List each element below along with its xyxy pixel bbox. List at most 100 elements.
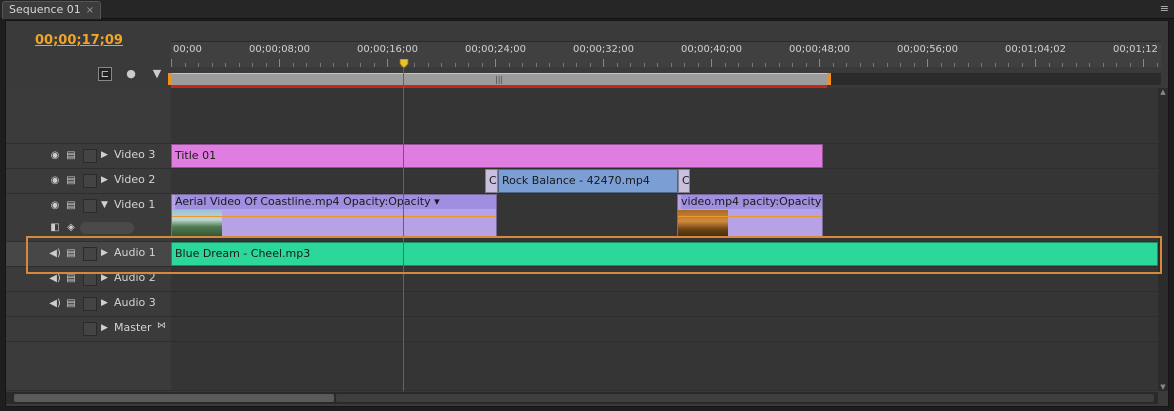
track-video-1[interactable]: Aerial Video Of Coastline.mp4 Opacity:Op…: [171, 194, 1158, 242]
work-area-bar[interactable]: |||: [168, 73, 1161, 85]
playhead-handle-icon[interactable]: [399, 59, 409, 69]
lock-toggle-icon[interactable]: [83, 174, 97, 188]
film-icon[interactable]: ▤: [64, 272, 78, 285]
track-video-3[interactable]: Title 01: [171, 144, 1158, 169]
collapse-icon[interactable]: ▼: [101, 200, 108, 210]
speaker-icon[interactable]: ◀): [48, 247, 62, 260]
ruler-label: 00;00: [173, 44, 202, 55]
expand-icon[interactable]: ▶: [101, 323, 108, 333]
work-area-end-handle[interactable]: [827, 73, 831, 85]
ruler-tick: [1156, 63, 1158, 67]
lock-toggle-icon[interactable]: [83, 322, 97, 336]
ruler-tick: [1021, 63, 1023, 67]
expand-icon[interactable]: ▶: [101, 248, 108, 258]
film-icon[interactable]: ▤: [64, 247, 78, 260]
scroll-track[interactable]: [336, 394, 1154, 402]
time-ruler[interactable]: 00;00 00;00;08;00 00;00;16;00 00;00;24;0…: [171, 41, 1161, 67]
ruler-tick: [346, 63, 348, 67]
ruler-tick: [1035, 59, 1036, 67]
clip-aerial-coastline[interactable]: Aerial Video Of Coastline.mp4 Opacity:Op…: [171, 194, 497, 238]
clip-blue-dream[interactable]: Blue Dream - Cheel.mp3: [171, 242, 1158, 266]
panel-menu-icon[interactable]: ≡: [1160, 2, 1169, 15]
film-icon[interactable]: ▤: [64, 174, 78, 187]
ruler-tick: [441, 63, 442, 67]
film-icon[interactable]: ▤: [64, 149, 78, 162]
ruler-tick: [198, 63, 199, 67]
vertical-scrollbar[interactable]: ▲ ▼: [1158, 88, 1168, 391]
ruler-tick: [279, 59, 280, 67]
link-icon[interactable]: ⋈: [157, 321, 166, 331]
opacity-line[interactable]: [172, 216, 496, 217]
ruler-tick: [265, 63, 267, 67]
ruler-tick: [319, 63, 321, 67]
lock-toggle-icon[interactable]: [83, 199, 97, 213]
scroll-up-icon[interactable]: ▲: [1158, 88, 1168, 96]
lock-toggle-icon[interactable]: [83, 297, 97, 311]
track-video-2[interactable]: C Rock Balance - 42470.mp4 Cr: [171, 169, 1158, 194]
snap-icon[interactable]: ⊏: [98, 67, 112, 81]
track-master[interactable]: [171, 317, 1158, 342]
tracks-area: ◉ ▤ ▶ Video 3 Title 01 ◉ ▤ ▶ Video 2 C R…: [6, 88, 1158, 391]
track-header-video-3: ◉ ▤ ▶ Video 3: [6, 144, 171, 169]
track-audio-1[interactable]: Blue Dream - Cheel.mp3: [171, 242, 1158, 267]
keyframe-icon[interactable]: ◈: [64, 221, 78, 234]
close-icon[interactable]: ×: [86, 5, 94, 16]
expand-icon[interactable]: ▶: [101, 150, 108, 160]
ruler-tick: [873, 63, 874, 67]
track-header-video-1: ◉ ▤ ▼ Video 1 ◧ ◈: [6, 194, 171, 242]
film-icon[interactable]: ▤: [64, 199, 78, 212]
opacity-line[interactable]: [678, 216, 822, 217]
clip-title[interactable]: Title 01: [171, 144, 823, 168]
expand-icon[interactable]: ▶: [101, 273, 108, 283]
ruler-tick: [778, 63, 780, 67]
ruler-tick: [805, 63, 807, 67]
speaker-icon[interactable]: ◀): [48, 297, 62, 310]
eye-icon[interactable]: ◉: [48, 199, 62, 212]
ruler-tick: [670, 63, 672, 67]
lock-toggle-icon[interactable]: [83, 247, 97, 261]
horizontal-scrollbar[interactable]: [6, 392, 1158, 404]
ruler-tick: [589, 63, 591, 67]
clip-name: Aerial Video Of Coastline.mp4: [175, 195, 340, 208]
opacity-dropdown[interactable]: Opacity:Opacity ▾: [343, 195, 440, 208]
eye-icon[interactable]: ◉: [48, 174, 62, 187]
lock-toggle-icon[interactable]: [83, 272, 97, 286]
track-name: Audio 1: [114, 246, 156, 259]
eye-icon[interactable]: ◉: [48, 149, 62, 162]
add-marker-icon[interactable]: ●: [124, 67, 138, 81]
work-area-range[interactable]: |||: [171, 73, 829, 85]
track-header-audio-1: ◀) ▤ ▶ Audio 1: [6, 242, 171, 267]
keyframe-nav-icon[interactable]: [80, 222, 134, 234]
marker-flag-icon[interactable]: ▼: [150, 67, 164, 81]
ruler-tick: [414, 63, 415, 67]
clip-video-mp4[interactable]: video.mp4 pacity:Opacity ▾: [677, 194, 823, 238]
scroll-down-icon[interactable]: ▼: [1158, 383, 1168, 391]
lock-toggle-icon[interactable]: [83, 149, 97, 163]
transition-clip[interactable]: Cr: [678, 169, 690, 193]
opacity-dropdown[interactable]: pacity:Opacity ▾: [743, 195, 822, 208]
ruler-label: 00;00;16;00: [357, 44, 419, 55]
grip-icon[interactable]: |||: [495, 75, 503, 84]
track-audio-3[interactable]: [171, 292, 1158, 317]
track-header-empty-bottom: [6, 342, 171, 391]
expand-icon[interactable]: ▶: [101, 175, 108, 185]
clip-rock-balance[interactable]: Rock Balance - 42470.mp4: [498, 169, 678, 193]
ruler-label: 00;00;32;00: [573, 44, 635, 55]
ruler-tick: [630, 63, 631, 67]
tab-sequence-01[interactable]: Sequence 01 ×: [2, 1, 102, 19]
display-style-icon[interactable]: ◧: [48, 221, 62, 234]
work-area-start-handle[interactable]: [168, 73, 172, 85]
expand-icon[interactable]: ▶: [101, 298, 108, 308]
ruler-tick: [1129, 63, 1131, 67]
film-icon[interactable]: ▤: [64, 297, 78, 310]
track-name: Video 2: [114, 173, 156, 186]
thumbnail: [678, 210, 728, 237]
speaker-icon[interactable]: ◀): [48, 272, 62, 285]
ruler-tick: [859, 63, 861, 67]
track-audio-2[interactable]: [171, 267, 1158, 292]
ruler-tick: [1102, 63, 1104, 67]
zoom-scroll-thumb[interactable]: [14, 394, 334, 402]
playhead-timecode[interactable]: 00;00;17;09: [35, 33, 123, 48]
ruler-tick: [792, 63, 793, 67]
transition-clip[interactable]: C: [485, 169, 498, 193]
